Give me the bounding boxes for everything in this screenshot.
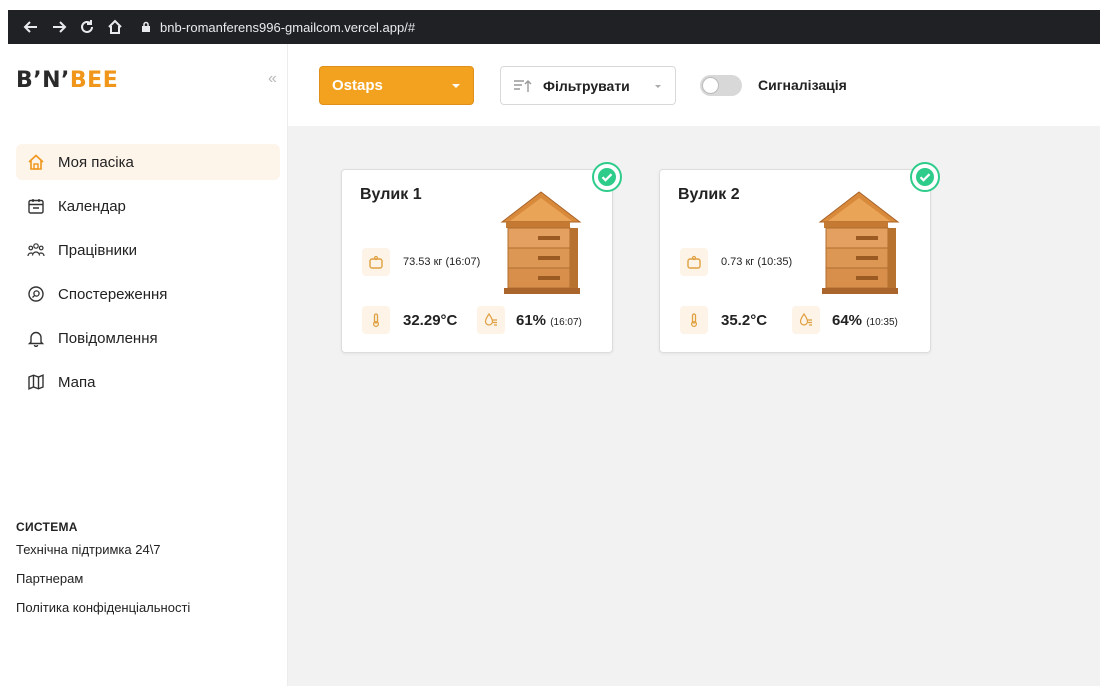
humidity-icon bbox=[477, 306, 505, 334]
sidebar-item-label: Працівники bbox=[58, 241, 137, 259]
hive-weight: 73.53 кг (16:07) bbox=[403, 256, 481, 268]
hive-humidity-value: 64% bbox=[832, 312, 863, 329]
calendar-icon bbox=[26, 196, 46, 216]
hive-humidity-time: (10:35) bbox=[866, 317, 898, 328]
logo-text-orange: BEE bbox=[69, 68, 119, 93]
address-bar[interactable]: bnb-romanferens996-gmailcom.vercel.app/# bbox=[140, 14, 415, 40]
bell-icon bbox=[26, 328, 46, 348]
weight-icon bbox=[362, 248, 390, 276]
hive-weight: 0.73 кг (10:35) bbox=[721, 256, 793, 268]
observation-icon bbox=[26, 284, 46, 304]
main-content: Ostaps Фільтрувати Сигналізація Вулик 1 bbox=[288, 44, 1100, 686]
alarm-label: Сигналізація bbox=[758, 77, 847, 93]
app-shell: B’N’BEE « Моя пасіка Календар Працівники… bbox=[8, 44, 1100, 686]
sidebar-item-my-apiary[interactable]: Моя пасіка bbox=[16, 144, 280, 180]
apiary-select-dropdown[interactable]: Ostaps bbox=[319, 66, 474, 105]
hive-humidity: 61% (16:07) bbox=[516, 312, 582, 329]
privacy-policy-link[interactable]: Політика конфіденціальності bbox=[16, 600, 280, 615]
filter-button[interactable]: Фільтрувати bbox=[500, 66, 676, 105]
home-browser-icon[interactable] bbox=[104, 16, 126, 38]
status-ok-icon bbox=[592, 162, 622, 192]
chevron-down-icon bbox=[655, 84, 661, 88]
map-icon bbox=[26, 372, 46, 392]
toggle-knob bbox=[702, 77, 719, 94]
system-heading: СИСТЕМА bbox=[16, 520, 78, 534]
hive-humidity-value: 61% bbox=[516, 312, 547, 329]
sidebar-item-observation[interactable]: Спостереження bbox=[16, 276, 280, 312]
lock-icon bbox=[142, 21, 150, 32]
browser-toolbar: bnb-romanferens996-gmailcom.vercel.app/# bbox=[8, 10, 1100, 44]
reload-icon[interactable] bbox=[76, 16, 98, 38]
logo-text-dark: B’N’ bbox=[16, 68, 70, 93]
sidebar-item-label: Повідомлення bbox=[58, 329, 158, 347]
sidebar-nav: Моя пасіка Календар Працівники Спостереж… bbox=[16, 144, 280, 408]
humidity-icon bbox=[792, 306, 820, 334]
thermometer-icon bbox=[362, 306, 390, 334]
brand-logo[interactable]: B’N’BEE bbox=[16, 68, 118, 93]
sidebar-item-label: Спостереження bbox=[58, 285, 168, 303]
people-icon bbox=[26, 240, 46, 260]
sidebar-item-workers[interactable]: Працівники bbox=[16, 232, 280, 268]
hive-card[interactable]: Вулик 2 0.73 кг (10:35) 35.2°C 64% (10:3… bbox=[659, 162, 940, 353]
collapse-sidebar-button[interactable]: « bbox=[268, 70, 277, 88]
filter-label: Фільтрувати bbox=[543, 77, 630, 94]
beehive-image-icon bbox=[818, 191, 900, 294]
sidebar: B’N’BEE « Моя пасіка Календар Працівники… bbox=[8, 44, 288, 686]
top-toolbar: Ostaps Фільтрувати Сигналізація bbox=[288, 44, 1100, 126]
hive-temperature: 35.2°C bbox=[721, 312, 768, 329]
home-icon bbox=[26, 152, 46, 172]
hive-title: Вулик 1 bbox=[360, 186, 422, 203]
beehive-image-icon bbox=[500, 191, 582, 294]
status-ok-icon bbox=[910, 162, 940, 192]
hive-humidity: 64% (10:35) bbox=[832, 312, 898, 329]
back-arrow-icon[interactable] bbox=[20, 16, 42, 38]
chevron-down-icon bbox=[452, 83, 460, 88]
sidebar-item-label: Моя пасіка bbox=[58, 153, 134, 171]
hive-card[interactable]: Вулик 1 73.53 кг (16:07) 32.29°C 61% (16… bbox=[341, 162, 622, 353]
url-text: bnb-romanferens996-gmailcom.vercel.app/# bbox=[160, 19, 416, 35]
alarm-toggle[interactable] bbox=[700, 75, 742, 96]
support-link[interactable]: Технічна підтримка 24\7 bbox=[16, 542, 280, 557]
filter-sort-icon bbox=[514, 79, 532, 92]
hive-title: Вулик 2 bbox=[678, 186, 740, 203]
sidebar-item-map[interactable]: Мапа bbox=[16, 364, 280, 400]
apiary-select-value: Ostaps bbox=[332, 77, 383, 94]
thermometer-icon bbox=[680, 306, 708, 334]
sidebar-item-label: Календар bbox=[58, 197, 126, 215]
partners-link[interactable]: Партнерам bbox=[16, 571, 280, 586]
screen-top-margin bbox=[0, 0, 1100, 10]
hive-temperature: 32.29°C bbox=[403, 312, 458, 329]
sidebar-item-calendar[interactable]: Календар bbox=[16, 188, 280, 224]
weight-icon bbox=[680, 248, 708, 276]
sidebar-item-label: Мапа bbox=[58, 373, 96, 391]
sidebar-item-messages[interactable]: Повідомлення bbox=[16, 320, 280, 356]
hive-humidity-time: (16:07) bbox=[550, 317, 582, 328]
forward-arrow-icon[interactable] bbox=[48, 16, 70, 38]
system-section: СИСТЕМА Технічна підтримка 24\7 Партнера… bbox=[16, 520, 280, 629]
